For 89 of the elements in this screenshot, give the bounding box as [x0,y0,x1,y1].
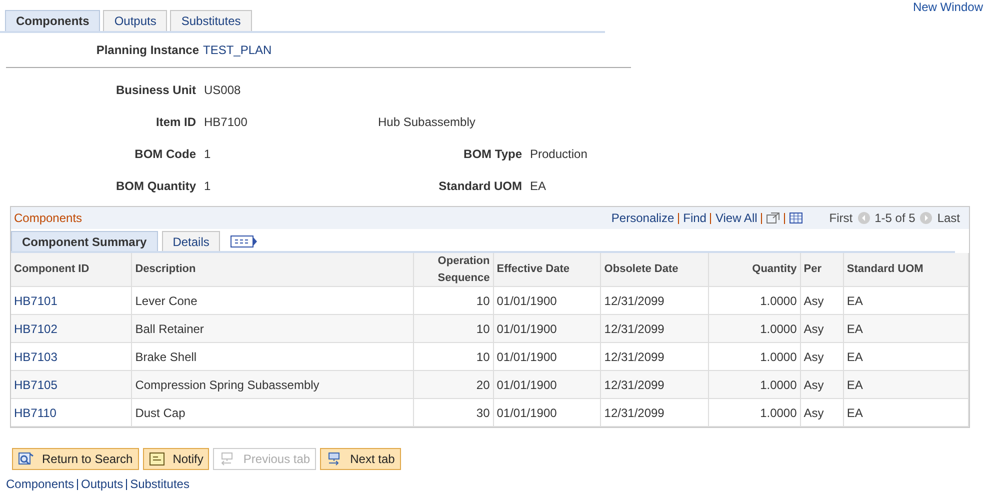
table-cell: Asy [800,287,844,314]
action-button[interactable]: Return to Search [12,448,139,470]
first-label: First [829,210,853,227]
table-cell: EA [844,399,970,426]
table-cell: 1.0000 [708,343,801,370]
popout-icon[interactable] [766,212,780,224]
column-header: Obsolete Date [601,253,709,286]
field-value: 1 [204,146,212,163]
field-label: Standard UOM [438,178,523,195]
table-cell: EA [844,287,970,314]
table-cell: 01/01/1900 [494,315,602,342]
column-header: Per [800,253,844,286]
component-link[interactable]: HB7105 [11,371,132,398]
table-cell: 1.0000 [708,315,801,342]
grid-tab[interactable]: Details [162,231,220,251]
component-link[interactable]: HB7103 [11,343,132,370]
field-value: EA [530,178,546,195]
component-link[interactable]: HB7101 [11,287,132,314]
footer-link[interactable]: Outputs [81,475,124,493]
column-header: Component ID [11,253,132,286]
table-cell: EA [844,371,970,398]
column-header: Effective Date [494,253,602,286]
grid-link[interactable]: Find [683,209,706,227]
field-label: BOM Quantity [115,178,197,195]
row-range: 1-5 of 5 [874,210,916,227]
field-value: Production [530,146,588,163]
table-cell: 12/31/2099 [601,343,709,370]
table-cell: 10 [414,343,494,370]
footer-link[interactable]: Substitutes [130,475,190,493]
search-icon [18,452,34,466]
action-button[interactable]: Notify [142,448,210,470]
field-label: Business Unit [114,82,197,99]
component-link[interactable]: HB7110 [11,399,132,426]
field-label: Item ID [154,114,197,131]
note-icon [148,452,165,466]
field-value: Hub Subassembly [378,114,476,131]
table-cell: 01/01/1900 [494,343,602,370]
table-cell: Dust Cap [132,399,414,426]
table-cell: 20 [414,371,494,398]
table-cell: 12/31/2099 [601,399,709,426]
table-cell: Brake Shell [132,343,414,370]
field-label: BOM Type [462,146,523,163]
grid-link[interactable]: Personalize [611,209,674,227]
table-cell: 1.0000 [708,287,801,314]
table-cell: 01/01/1900 [494,287,602,314]
table-cell: 10 [414,315,494,342]
grid-tab[interactable]: Component Summary [11,231,158,251]
page-tab[interactable]: Outputs [103,10,168,31]
table-cell: 12/31/2099 [601,371,709,398]
new-window-link[interactable]: New Window [912,0,983,14]
table-cell: Ball Retainer [132,315,414,342]
table-cell: 01/01/1900 [494,399,602,426]
table-cell: 12/31/2099 [601,315,709,342]
component-link[interactable]: HB7102 [11,315,132,342]
column-header: Description [132,253,414,286]
column-header: Operation Sequence [414,253,494,286]
grid-title: Components [14,210,82,227]
column-header: Quantity [708,253,801,286]
table-cell: Asy [800,399,844,426]
table-cell: 01/01/1900 [494,371,602,398]
screen-arrow-right-icon [326,452,342,466]
show-all-columns-icon[interactable] [230,235,258,248]
table-cell: 1.0000 [708,399,801,426]
page-tab[interactable]: Components [5,10,100,31]
footer-link[interactable]: Components [6,475,74,493]
field-value: TEST_PLAN [203,42,272,59]
field-value: US008 [204,82,242,99]
table-cell: Compression Spring Subassembly [132,371,414,398]
page-tab[interactable]: Substitutes [170,10,252,31]
table-cell: Asy [800,343,844,370]
table-cell: Lever Cone [132,287,414,314]
field-label: BOM Code [134,146,197,163]
table-cell: EA [844,343,970,370]
screen-arrow-left-icon [219,452,236,466]
grid-link[interactable]: View All [715,209,758,227]
table-cell: 30 [414,399,494,426]
column-header: Standard UOM [844,253,970,286]
table-cell: EA [844,315,970,342]
field-label: Planning Instance [95,42,200,59]
table-cell: Asy [800,371,844,398]
action-button[interactable]: Next tab [320,448,401,470]
field-value: 1 [204,178,212,195]
spreadsheet-icon[interactable] [789,212,804,224]
table-cell: 1.0000 [708,371,801,398]
table-cell: Asy [800,315,844,342]
table-cell: 10 [414,287,494,314]
table-cell: 12/31/2099 [601,287,709,314]
field-value: HB7100 [204,114,248,131]
last-label: Last [937,210,960,227]
